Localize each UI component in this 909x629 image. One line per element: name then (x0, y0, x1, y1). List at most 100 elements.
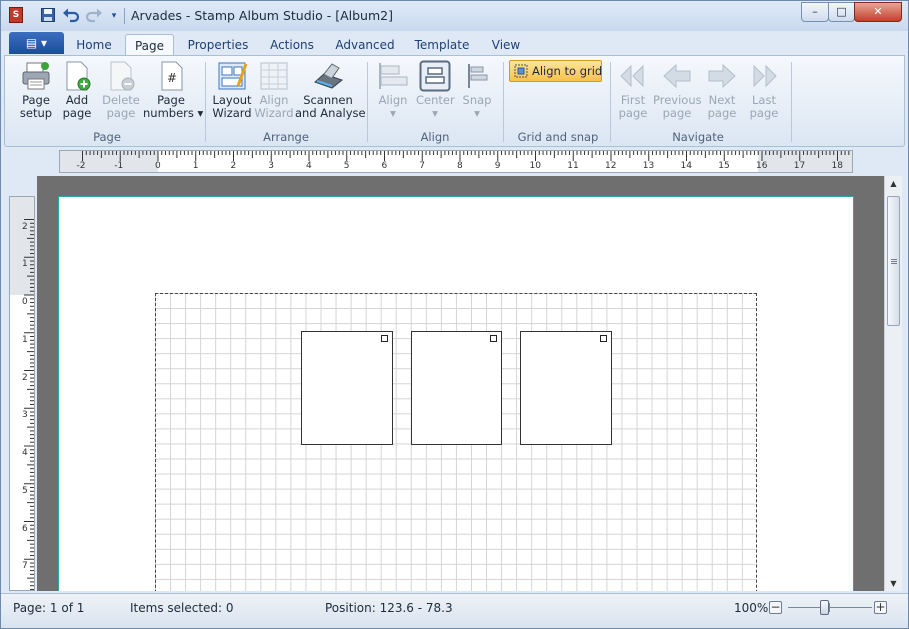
first-page-label: First page (618, 93, 648, 120)
last-page-button[interactable]: Last page (745, 60, 783, 120)
window-title: Arvades - Stamp Album Studio - [Album2] (131, 8, 393, 23)
ruler-label: -2 (76, 161, 86, 171)
application-window: S ▾ Arvades - Stamp Album Studio - [Albu… (0, 0, 909, 629)
scanner-icon (314, 63, 344, 89)
scroll-up-icon[interactable]: ▲ (885, 176, 902, 191)
ruler-label: 8 (457, 161, 463, 171)
center-icon (419, 60, 451, 92)
tab-template[interactable]: Template (409, 34, 475, 56)
status-bar: Page: 1 of 1 Items selected: 0 Position:… (1, 593, 908, 628)
group-label-arrange: Arrange (263, 130, 309, 144)
stamp-frame[interactable] (411, 331, 502, 445)
app-icon[interactable]: S (9, 7, 23, 23)
next-page-label: Next page (707, 93, 737, 120)
previous-page-button[interactable]: Previous page (653, 60, 702, 120)
resize-handle[interactable] (490, 335, 497, 342)
vertical-ruler[interactable]: 2 1 0 1 2 3 4 5 6 7 (9, 196, 35, 591)
vertical-scrollbar[interactable]: ▲ ▼ (884, 176, 902, 591)
scroll-down-icon[interactable]: ▼ (885, 576, 902, 591)
layout-wizard-icon (218, 62, 248, 90)
resize-handle[interactable] (600, 335, 607, 342)
resize-handle[interactable] (381, 335, 388, 342)
chevron-down-icon[interactable]: ▾ (105, 7, 123, 25)
ruler-label: 7 (22, 561, 28, 572)
page-numbers-label: Page numbers ▾ (143, 93, 204, 120)
align-button[interactable]: Align ▾ (375, 60, 411, 120)
redo-icon[interactable] (85, 7, 103, 25)
align-to-grid-label: Align to grid (532, 64, 603, 78)
scan-analyse-label: Scannen and Analyse (295, 93, 366, 120)
zoom-out-button[interactable]: − (769, 601, 782, 614)
status-items-selected: Items selected: 0 (130, 601, 234, 615)
ruler-label: 0 (155, 161, 161, 171)
tab-page[interactable]: Page (125, 34, 174, 56)
minimize-button[interactable]: – (801, 2, 829, 22)
align-to-grid-button[interactable]: Align to grid (509, 60, 602, 82)
save-icon[interactable] (39, 7, 57, 25)
delete-page-icon (110, 61, 135, 91)
ruler-label: 16 (756, 161, 768, 171)
tab-actions[interactable]: Actions (264, 34, 320, 56)
add-page-icon (66, 61, 91, 91)
stamp-frame[interactable] (520, 331, 612, 445)
delete-page-label: Delete page (102, 93, 140, 120)
ruler-label: 13 (642, 161, 655, 171)
ruler-label: 9 (494, 161, 501, 171)
file-menu-button[interactable]: ▤ ▾ (9, 32, 64, 54)
ruler-label: 1 (22, 259, 28, 270)
separator (124, 8, 125, 24)
tab-advanced[interactable]: Advanced (331, 34, 399, 56)
close-button[interactable]: ✕ (854, 2, 902, 22)
ruler-label: 17 (793, 161, 806, 171)
ribbon-tabs: ▤ ▾ Home Page Properties Actions Advance… (1, 31, 908, 56)
grid-icon (514, 64, 528, 78)
zoom-level: 100% (734, 601, 769, 615)
add-page-button[interactable]: Add page (59, 60, 95, 120)
ruler-label: 3 (268, 161, 274, 171)
zoom-in-button[interactable]: + (874, 601, 887, 614)
scrollbar-thumb[interactable] (887, 196, 900, 326)
next-page-button[interactable]: Next page (703, 60, 741, 120)
align-label: Align ▾ (378, 93, 408, 120)
grid-area[interactable] (155, 293, 757, 591)
align-icon (379, 63, 408, 89)
snap-icon (468, 64, 488, 88)
ruler-label: 5 (343, 161, 350, 171)
group-separator (610, 62, 611, 142)
center-button[interactable]: Center ▾ (416, 60, 455, 120)
svg-text:#: # (167, 71, 177, 85)
ruler-label: 2 (230, 161, 237, 171)
maximize-button[interactable]: □ (828, 2, 855, 22)
ruler-label: 4 (22, 448, 28, 458)
add-page-label: Add page (62, 93, 92, 120)
page-setup-button[interactable]: Page setup (14, 60, 58, 120)
tab-home[interactable]: Home (69, 34, 119, 56)
group-label-align: Align (420, 130, 450, 144)
ruler-label: 11 (567, 161, 579, 171)
zoom-slider-thumb[interactable] (820, 600, 829, 615)
status-page: Page: 1 of 1 (13, 601, 85, 615)
stamp-frame[interactable] (301, 331, 393, 445)
tab-properties[interactable]: Properties (181, 34, 255, 56)
tab-view[interactable]: View (485, 34, 527, 56)
snap-button[interactable]: Snap ▾ (459, 60, 495, 120)
zoom-slider-track[interactable] (788, 607, 872, 608)
last-page-label: Last page (749, 93, 779, 120)
group-separator (205, 62, 206, 142)
undo-icon[interactable] (62, 7, 80, 25)
first-page-button[interactable]: First page (613, 60, 653, 120)
align-wizard-button[interactable]: Align Wizard (254, 60, 294, 120)
ruler-label: 14 (680, 161, 692, 171)
scan-analyse-button[interactable]: Scannen and Analyse (295, 60, 366, 120)
group-label-page: Page (93, 130, 121, 144)
ruler-label: 5 (22, 485, 28, 496)
group-separator (503, 62, 504, 142)
delete-page-button[interactable]: Delete page (99, 60, 143, 120)
ruler-label: 2 (22, 221, 28, 232)
horizontal-ruler[interactable]: -2 -1 0 1 2 3 4 5 6 7 8 9 10 11 12 13 14 15 16 17 18 (59, 150, 853, 173)
album-canvas[interactable] (37, 176, 884, 591)
printer-icon (22, 62, 50, 90)
page-numbers-button[interactable]: # Page numbers ▾ (143, 60, 203, 120)
album-page[interactable] (58, 196, 854, 591)
layout-wizard-button[interactable]: Layout Wizard (210, 60, 254, 120)
